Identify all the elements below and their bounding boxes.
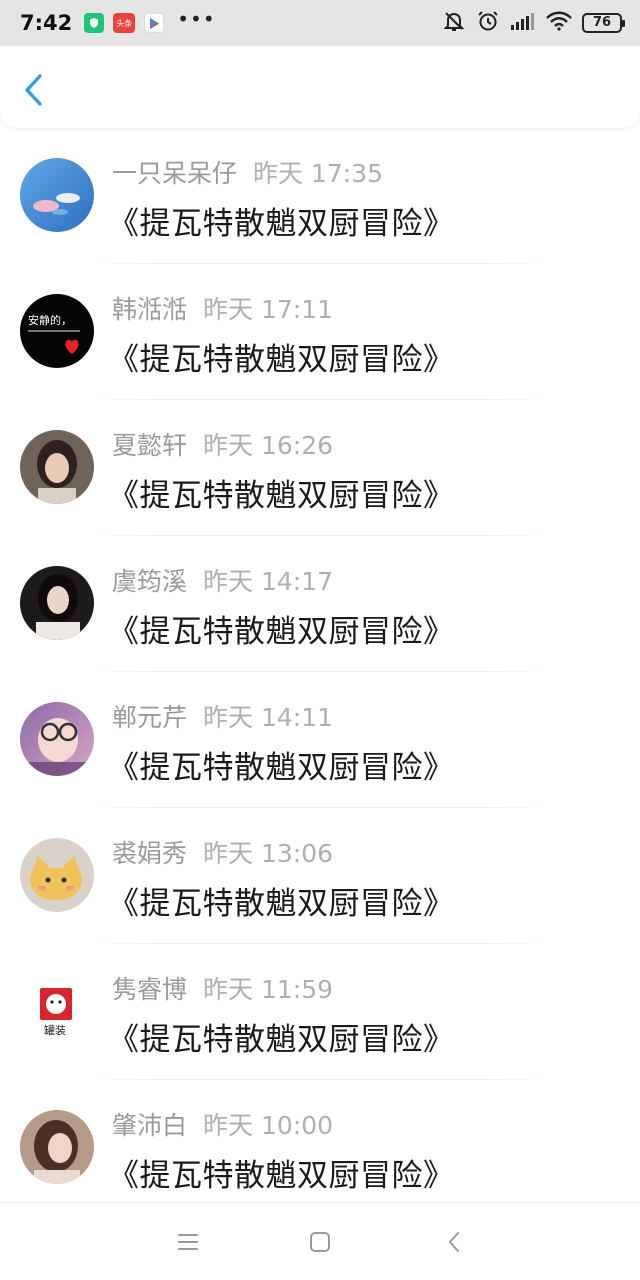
avatar bbox=[20, 1110, 94, 1184]
sender-name: 一只呆呆仔 bbox=[112, 159, 238, 188]
message-time: 昨天 11:59 bbox=[203, 975, 334, 1004]
menu-button[interactable] bbox=[168, 1227, 208, 1257]
status-icons: 76 bbox=[442, 9, 625, 37]
avatar bbox=[20, 838, 94, 912]
system-nav-bar bbox=[0, 1202, 640, 1280]
menu-icon bbox=[178, 1234, 198, 1250]
list-item[interactable]: 安静的， 韩湉湉 昨天 17:11 《提瓦特散魈双厨冒险》 bbox=[0, 264, 640, 400]
wifi-icon bbox=[546, 11, 572, 35]
chevron-left-icon bbox=[25, 74, 42, 106]
back-nav-button[interactable] bbox=[434, 1227, 474, 1257]
list-item[interactable]: 夏懿轩 昨天 16:26 《提瓦特散魈双厨冒险》 bbox=[0, 400, 640, 536]
message-time: 昨天 17:35 bbox=[253, 159, 384, 188]
message-time: 昨天 13:06 bbox=[203, 839, 334, 868]
avatar-text: 罐装 bbox=[44, 1024, 66, 1037]
list-item[interactable]: 郸元芹 昨天 14:11 《提瓦特散魈双厨冒险》 bbox=[0, 672, 640, 808]
avatar: 安静的， bbox=[20, 294, 94, 368]
sender-name: 虞筠溪 bbox=[112, 567, 188, 596]
message-text: 《提瓦特散魈双厨冒险》 bbox=[108, 342, 455, 378]
avatar-text: 安静的， bbox=[28, 313, 72, 327]
message-text: 《提瓦特散魈双厨冒险》 bbox=[108, 206, 455, 242]
sender-name: 郸元芹 bbox=[112, 703, 188, 732]
message-text: 《提瓦特散魈双厨冒险》 bbox=[108, 1158, 455, 1194]
play-store-icon bbox=[144, 13, 165, 33]
message-text: 《提瓦特散魈双厨冒险》 bbox=[108, 478, 455, 514]
alarm-icon bbox=[476, 9, 500, 37]
back-button[interactable] bbox=[18, 72, 50, 108]
battery-indicator: 76 bbox=[582, 13, 625, 33]
sender-name: 韩湉湉 bbox=[112, 295, 188, 324]
signal-icon bbox=[510, 11, 536, 35]
home-button[interactable] bbox=[300, 1227, 340, 1257]
green-shield-app-icon bbox=[84, 13, 105, 33]
message-time: 昨天 16:26 bbox=[203, 431, 334, 460]
message-time: 昨天 17:11 bbox=[203, 295, 334, 324]
status-time: 7:42 bbox=[20, 11, 73, 35]
message-meta: 郸元芹 昨天 14:11 bbox=[112, 698, 333, 734]
header-bar bbox=[0, 46, 640, 128]
avatar bbox=[20, 430, 94, 504]
sender-name: 肇沛白 bbox=[112, 1111, 188, 1140]
more-notifications-icon: ••• bbox=[177, 7, 216, 31]
status-bar: 7:42 头条 ••• 76 bbox=[0, 0, 640, 46]
toutiao-app-icon: 头条 bbox=[113, 13, 136, 33]
sender-name: 裘娟秀 bbox=[112, 839, 188, 868]
message-meta: 肇沛白 昨天 10:00 bbox=[112, 1106, 333, 1142]
sender-name: 夏懿轩 bbox=[112, 431, 188, 460]
message-text: 《提瓦特散魈双厨冒险》 bbox=[108, 886, 455, 922]
message-meta: 韩湉湉 昨天 17:11 bbox=[112, 290, 333, 326]
message-text: 《提瓦特散魈双厨冒险》 bbox=[108, 750, 455, 786]
message-meta: 一只呆呆仔 昨天 17:35 bbox=[112, 154, 383, 190]
avatar bbox=[20, 566, 94, 640]
message-time: 昨天 10:00 bbox=[203, 1111, 334, 1140]
list-item[interactable]: 裘娟秀 昨天 13:06 《提瓦特散魈双厨冒险》 bbox=[0, 808, 640, 944]
sender-name: 隽睿博 bbox=[112, 975, 188, 1004]
message-meta: 虞筠溪 昨天 14:17 bbox=[112, 562, 333, 598]
message-time: 昨天 14:11 bbox=[203, 703, 334, 732]
back-icon bbox=[449, 1232, 459, 1252]
message-meta: 裘娟秀 昨天 13:06 bbox=[112, 834, 333, 870]
home-icon bbox=[310, 1232, 330, 1252]
list-item[interactable]: 一只呆呆仔 昨天 17:35 《提瓦特散魈双厨冒险》 bbox=[0, 128, 640, 264]
mute-bell-icon bbox=[442, 9, 466, 37]
message-text: 《提瓦特散魈双厨冒险》 bbox=[108, 1022, 455, 1058]
avatar bbox=[20, 702, 94, 776]
avatar: 罐装 bbox=[20, 974, 94, 1048]
list-item[interactable]: 罐装 隽睿博 昨天 11:59 《提瓦特散魈双厨冒险》 bbox=[0, 944, 640, 1080]
message-meta: 夏懿轩 昨天 16:26 bbox=[112, 426, 333, 462]
avatar bbox=[20, 158, 94, 232]
message-list: 一只呆呆仔 昨天 17:35 《提瓦特散魈双厨冒险》 安静的， 韩湉湉 昨天 17:… bbox=[0, 128, 640, 1216]
list-item[interactable]: 虞筠溪 昨天 14:17 《提瓦特散魈双厨冒险》 bbox=[0, 536, 640, 672]
message-time: 昨天 14:17 bbox=[203, 567, 334, 596]
message-text: 《提瓦特散魈双厨冒险》 bbox=[108, 614, 455, 650]
list-item[interactable]: 肇沛白 昨天 10:00 《提瓦特散魈双厨冒险》 bbox=[0, 1080, 640, 1216]
message-meta: 隽睿博 昨天 11:59 bbox=[112, 970, 333, 1006]
